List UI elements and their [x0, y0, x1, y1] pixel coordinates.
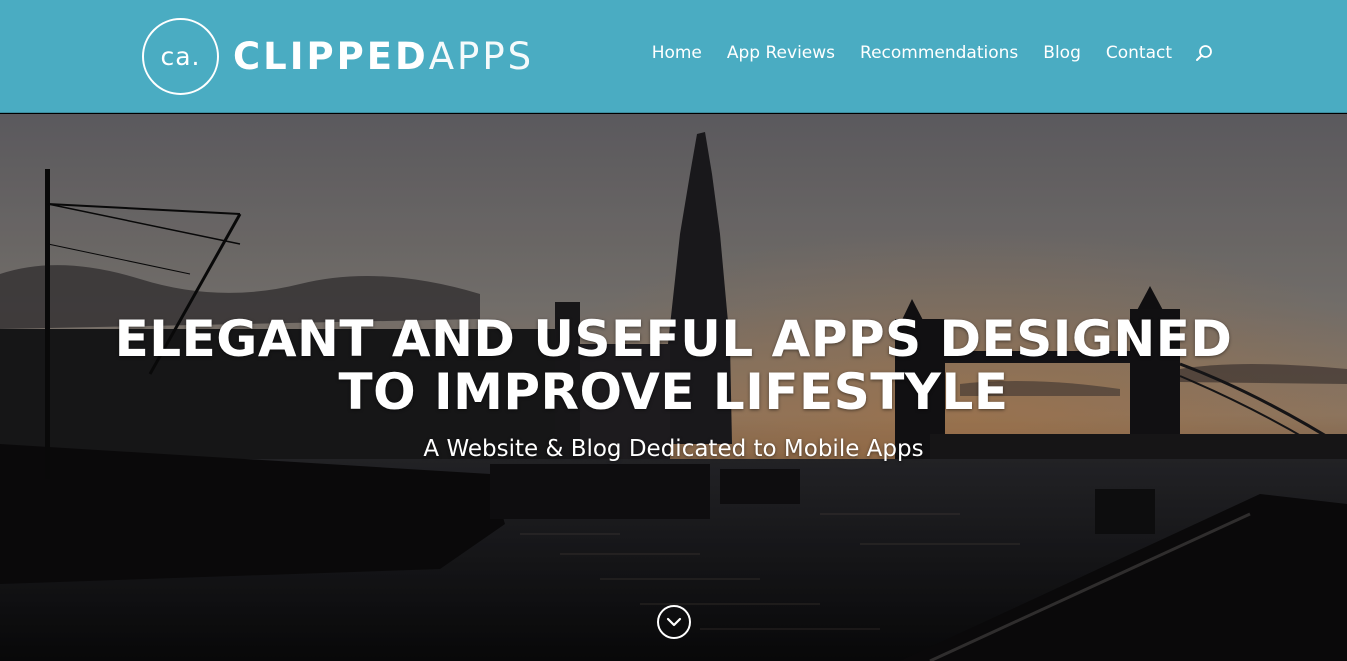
nav-blog[interactable]: Blog	[1043, 43, 1081, 63]
logo-text-bold: CLIPPED	[233, 35, 429, 78]
nav-app-reviews[interactable]: App Reviews	[727, 43, 835, 63]
hero-title-line2: TO IMPROVE LIFESTYLE	[338, 363, 1009, 421]
hero-title-line1: ELEGANT AND USEFUL APPS DESIGNED	[114, 310, 1233, 368]
scroll-down-button[interactable]	[657, 605, 691, 639]
logo-mark: ca.	[142, 18, 219, 95]
nav-home[interactable]: Home	[652, 43, 702, 63]
site-logo[interactable]: ca. CLIPPEDAPPS	[142, 18, 534, 95]
nav-recommendations[interactable]: Recommendations	[860, 43, 1018, 63]
search-icon[interactable]	[1194, 43, 1214, 63]
logo-text-light: APPS	[428, 35, 535, 78]
nav-contact[interactable]: Contact	[1106, 43, 1172, 63]
main-nav: Home App Reviews Recommendations Blog Co…	[652, 43, 1214, 63]
hero-section: ELEGANT AND USEFUL APPS DESIGNED TO IMPR…	[0, 114, 1347, 661]
hero-title: ELEGANT AND USEFUL APPS DESIGNED TO IMPR…	[0, 313, 1347, 419]
logo-wordmark: CLIPPEDAPPS	[233, 35, 534, 78]
hero-subtitle: A Website & Blog Dedicated to Mobile App…	[423, 436, 924, 462]
site-header: ca. CLIPPEDAPPS Home App Reviews Recomme…	[0, 0, 1347, 113]
chevron-down-icon	[666, 617, 682, 627]
